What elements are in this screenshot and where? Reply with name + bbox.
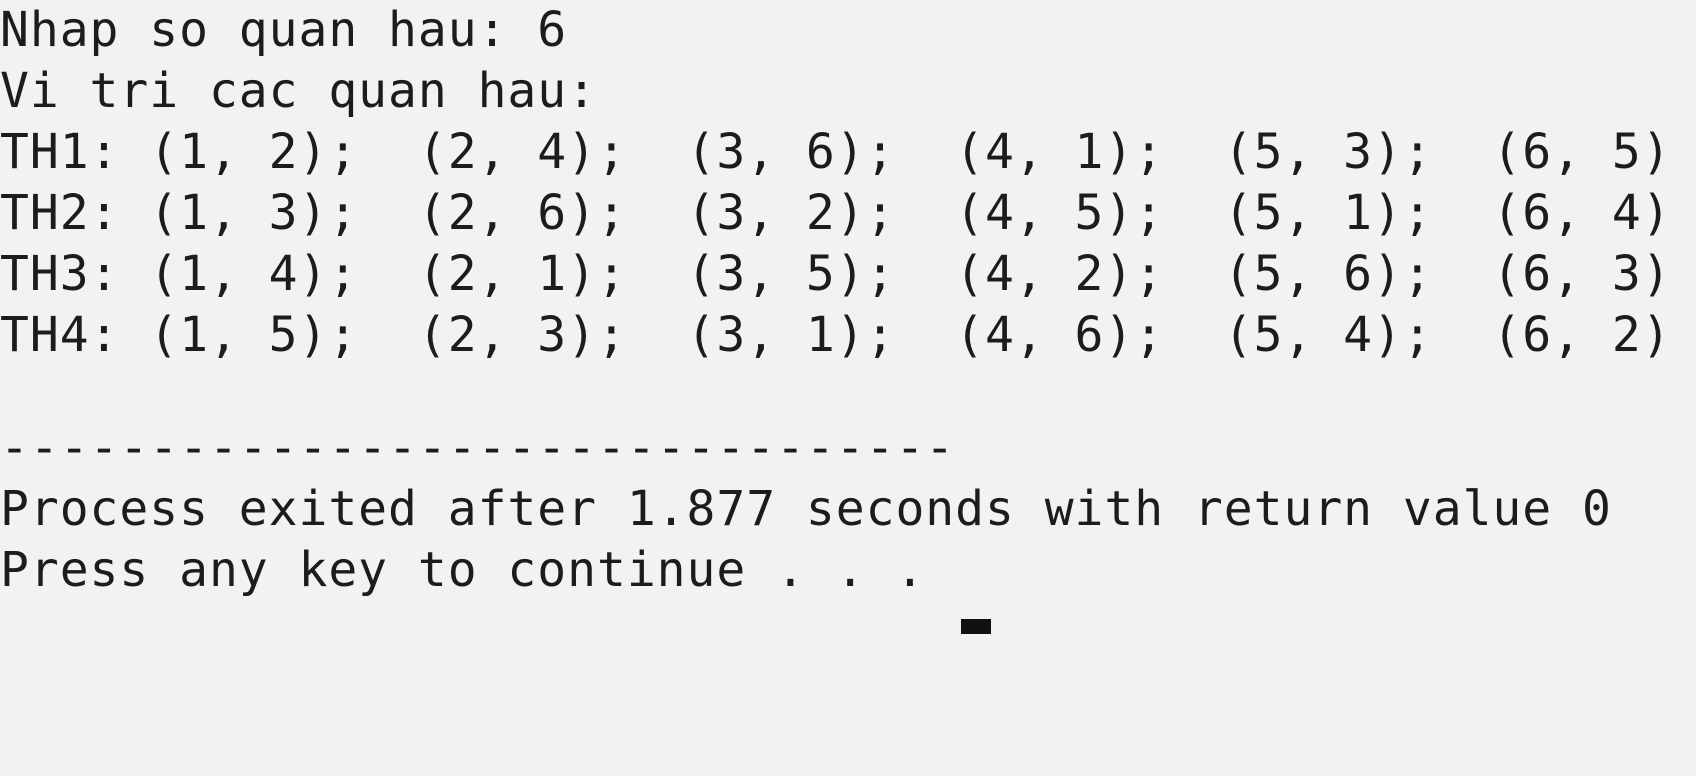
- solution-line-4: TH4: (1, 5); (2, 3); (3, 1); (4, 6); (5,…: [0, 307, 1672, 363]
- console-window[interactable]: Nhap so quan hau: 6 Vi tri cac quan hau:…: [0, 0, 1696, 776]
- text-cursor: [961, 619, 991, 634]
- solution-line-2: TH2: (1, 3); (2, 6); (3, 2); (4, 5); (5,…: [0, 185, 1672, 241]
- positions-heading-line: Vi tri cac quan hau:: [0, 63, 597, 119]
- input-prompt-line: Nhap so quan hau: 6: [0, 2, 568, 58]
- solution-line-3: TH3: (1, 4); (2, 1); (3, 5); (4, 2); (5,…: [0, 246, 1672, 302]
- press-any-key-line: Press any key to continue . . .: [0, 542, 956, 598]
- process-exit-line: Process exited after 1.877 seconds with …: [0, 481, 1612, 537]
- separator-line: --------------------------------: [0, 420, 956, 476]
- solution-line-1: TH1: (1, 2); (2, 4); (3, 6); (4, 1); (5,…: [0, 124, 1672, 180]
